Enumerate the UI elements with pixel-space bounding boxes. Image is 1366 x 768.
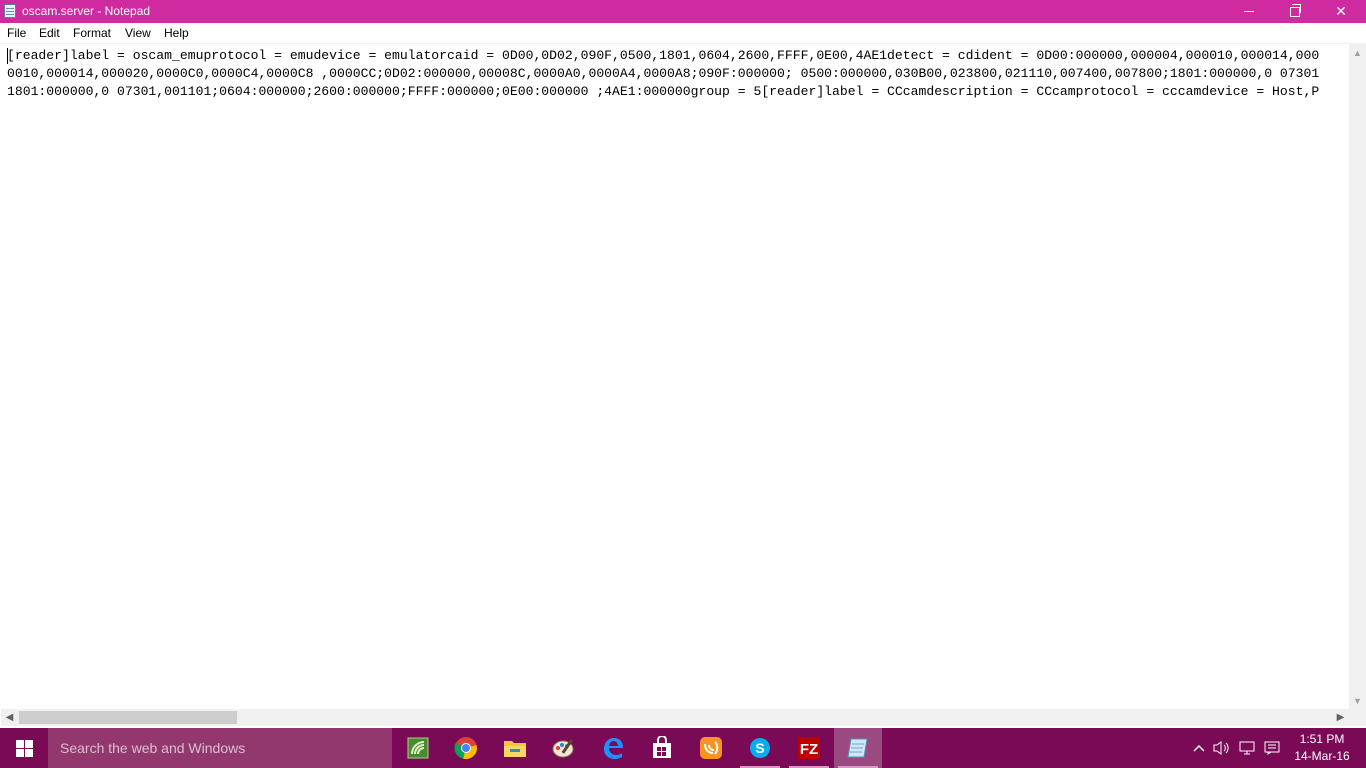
chevron-up-icon [1193,744,1205,752]
text-caret [7,48,8,64]
file-explorer-icon [504,741,526,757]
taskbar-app-uc-browser[interactable] [687,728,735,768]
scroll-up-icon[interactable]: ▲ [1349,44,1366,61]
taskbar-app-chrome[interactable] [442,728,490,768]
paint-icon [552,738,574,758]
show-hidden-icons-button[interactable] [1189,728,1209,768]
store-icon [653,736,671,758]
svg-text:FZ: FZ [800,741,818,758]
scroll-right-icon[interactable]: ▶ [1332,709,1349,726]
notepad-icon [847,738,868,758]
menu-edit[interactable]: Edit [39,25,60,41]
editor-content[interactable]: [reader]label = oscam_emuprotocol = emud… [7,47,1319,101]
volume-button[interactable] [1211,728,1233,768]
notepad-icon [4,4,16,18]
skype-icon: S [750,738,770,758]
taskbar-app-edge[interactable] [589,728,637,768]
text-editor[interactable]: [reader]label = oscam_emuprotocol = emud… [1,44,1349,709]
network-button[interactable] [1236,728,1258,768]
menu-bar: File Edit Format View Help [0,23,1366,44]
action-center-button[interactable] [1261,728,1283,768]
network-monitor-icon [407,737,429,759]
menu-format[interactable]: Format [73,25,111,41]
taskbar-app-file-explorer[interactable] [491,728,539,768]
windows-logo-icon [15,739,33,757]
clock-time: 1:51 PM [1299,732,1345,746]
filezilla-icon: FZ [798,737,820,759]
taskbar-app-skype[interactable]: S [736,728,784,768]
minimize-button[interactable] [1226,0,1272,23]
search-box[interactable]: Search the web and Windows [48,728,392,768]
network-icon [1239,741,1255,755]
minimize-icon [1244,11,1254,12]
vertical-scrollbar[interactable]: ▲ ▼ [1349,44,1366,709]
taskbar-app-network-monitor[interactable] [394,728,442,768]
editor-line: [reader]label = oscam_emuprotocol = emud… [7,48,1320,63]
editor-line: 1801:000000,0 07301,001101;0604:000000;2… [7,84,1320,99]
svg-text:S: S [755,740,764,756]
taskbar-app-store[interactable] [638,728,686,768]
restore-icon [1290,3,1301,17]
speaker-icon [1213,741,1229,755]
scroll-left-icon[interactable]: ◀ [1,709,18,726]
restore-button[interactable] [1272,0,1318,23]
clock[interactable]: 1:51 PM 14-Mar-16 [1285,731,1359,765]
uc-browser-icon [700,737,722,759]
menu-help[interactable]: Help [164,25,189,41]
menu-file[interactable]: File [7,25,26,41]
window-title: oscam.server - Notepad [22,4,151,18]
editor-line: 0010,000014,000020,0000C0,0000C4,0000C8 … [7,66,1320,81]
notification-icon [1264,741,1280,755]
title-bar[interactable]: oscam.server - Notepad ✕ [0,0,1366,23]
clock-date: 14-Mar-16 [1294,749,1350,763]
horizontal-scrollbar[interactable]: ◀ ▶ [1,709,1349,726]
edge-icon [604,738,623,759]
scrollbar-corner [1349,709,1366,726]
scroll-down-icon[interactable]: ▼ [1349,692,1366,709]
taskbar-app-filezilla[interactable]: FZ [785,728,833,768]
close-button[interactable]: ✕ [1318,0,1364,23]
taskbar: Search the web and Windows S FZ 1:51 PM … [0,728,1366,768]
start-button[interactable] [0,728,48,768]
taskbar-app-paint[interactable] [540,728,588,768]
menu-view[interactable]: View [125,25,151,41]
horizontal-scroll-thumb[interactable] [19,711,237,724]
chrome-icon [454,737,477,759]
taskbar-app-notepad[interactable] [834,728,882,768]
close-icon: ✕ [1335,3,1347,19]
